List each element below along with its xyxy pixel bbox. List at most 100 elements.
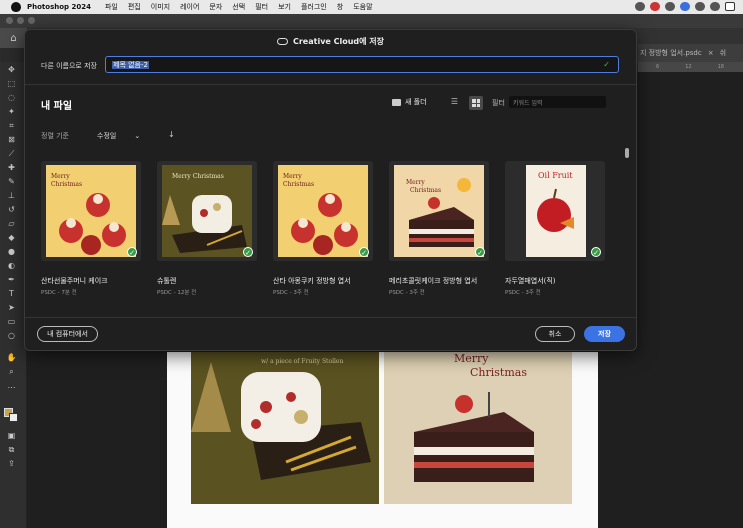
apple-icon[interactable] bbox=[11, 2, 21, 12]
brush-tool-icon[interactable]: ✎ bbox=[5, 176, 18, 187]
close-window-icon[interactable] bbox=[6, 17, 13, 24]
synced-check-icon: ✓ bbox=[243, 247, 253, 257]
tray-blue-icon[interactable] bbox=[680, 2, 690, 11]
background-color-swatch[interactable] bbox=[9, 413, 18, 422]
artwork-christmas: Christmas bbox=[470, 366, 527, 379]
file-card[interactable]: Merry Christmas ✓ bbox=[157, 161, 257, 261]
eyedropper-icon[interactable]: ⟋ bbox=[5, 148, 18, 159]
menu-select[interactable]: 선택 bbox=[232, 2, 245, 12]
rectangle-tool-icon[interactable]: ▭ bbox=[5, 316, 18, 327]
menu-window[interactable]: 창 bbox=[337, 2, 343, 12]
tray-icon[interactable] bbox=[635, 2, 645, 11]
tray-creative-cloud-icon[interactable] bbox=[695, 2, 705, 11]
file-name: 슈톨렌 bbox=[157, 277, 177, 285]
filter-input[interactable]: 키워드 입력 bbox=[509, 96, 606, 108]
dialog-title: Creative Cloud에 저장 bbox=[25, 36, 636, 47]
zoom-tool-icon[interactable]: ⌕ bbox=[5, 366, 18, 377]
ruler-mark: 12 bbox=[685, 64, 692, 70]
stamp-tool-icon[interactable]: ⊥ bbox=[5, 190, 18, 201]
synced-check-icon: ✓ bbox=[127, 247, 137, 257]
dodge-tool-icon[interactable]: ◐ bbox=[5, 260, 18, 271]
document-tab[interactable]: 지 정방형 업서.psdc × 쉬 bbox=[638, 44, 743, 62]
paint-bucket-icon[interactable]: ◆ bbox=[5, 232, 18, 243]
menu-image[interactable]: 이미지 bbox=[151, 2, 170, 12]
file-card[interactable]: Merry Christmas ✓ bbox=[273, 161, 373, 261]
history-brush-icon[interactable]: ↺ bbox=[5, 204, 18, 215]
input-source-icon[interactable] bbox=[725, 2, 735, 11]
crop-tool-icon[interactable]: ⌗ bbox=[5, 120, 18, 131]
save-to-computer-button[interactable]: 내 컴퓨터에서 bbox=[37, 326, 98, 342]
my-files-heading: 내 파일 bbox=[41, 101, 73, 112]
eraser-tool-icon[interactable]: ▱ bbox=[5, 218, 18, 229]
share-icon[interactable]: ⇪ bbox=[5, 458, 18, 469]
horizontal-ruler: 6 12 18 bbox=[638, 62, 743, 72]
file-card[interactable]: Merry Christmas ✓ bbox=[389, 161, 489, 261]
frame-tool-icon[interactable]: ⊠ bbox=[5, 134, 18, 145]
artwork-merry: Merry bbox=[454, 352, 489, 365]
ellipse-tool-icon[interactable]: ○ bbox=[5, 330, 18, 341]
file-thumbnail: Merry Christmas bbox=[278, 165, 368, 257]
document-tab-label: 지 정방형 업서.psdc bbox=[640, 49, 702, 57]
christmas-cake-artwork: Merry Christmas bbox=[384, 352, 572, 504]
artwork-caption: w/ a piece of Fruity Stollen bbox=[261, 358, 344, 365]
more-tools-icon[interactable]: ⋯ bbox=[5, 382, 18, 393]
menu-edit[interactable]: 편집 bbox=[128, 2, 141, 12]
ruler-mark: 6 bbox=[656, 64, 660, 70]
file-name-input[interactable]: 제목 없음-2 ✓ bbox=[105, 56, 619, 73]
dialog-title-text: Creative Cloud에 저장 bbox=[292, 37, 385, 46]
filter-label: 필터 bbox=[492, 99, 505, 107]
synced-check-icon: ✓ bbox=[475, 247, 485, 257]
synced-check-icon: ✓ bbox=[591, 247, 601, 257]
pen-tool-icon[interactable]: ✒ bbox=[5, 274, 18, 285]
menu-plugins[interactable]: 플러그인 bbox=[301, 2, 327, 12]
menu-type[interactable]: 문자 bbox=[209, 2, 222, 12]
tray-icon[interactable] bbox=[665, 2, 675, 11]
file-meta: PSDC - 3주 전 bbox=[389, 290, 425, 296]
home-icon[interactable]: ⌂ bbox=[0, 28, 27, 48]
scrollbar-thumb[interactable] bbox=[625, 148, 629, 158]
close-tab-icon[interactable]: × bbox=[708, 49, 714, 57]
lasso-tool-icon[interactable]: ◌ bbox=[5, 92, 18, 103]
screen-mode-icon[interactable]: ⧉ bbox=[5, 444, 18, 455]
tray-icon[interactable] bbox=[710, 2, 720, 11]
quick-mask-icon[interactable]: ▣ bbox=[5, 430, 18, 441]
blur-tool-icon[interactable]: ● bbox=[5, 246, 18, 257]
divider bbox=[25, 317, 636, 318]
save-button[interactable]: 저장 bbox=[584, 326, 625, 342]
menu-file[interactable]: 파일 bbox=[105, 2, 118, 12]
new-folder-button[interactable]: 새 폴더 bbox=[392, 97, 427, 107]
divider bbox=[25, 84, 636, 85]
zoom-window-icon[interactable] bbox=[28, 17, 35, 24]
marquee-tool-icon[interactable]: ⬚ bbox=[5, 78, 18, 89]
healing-brush-icon[interactable]: ✚ bbox=[5, 162, 18, 173]
file-card[interactable]: Oil Fruit ✓ bbox=[505, 161, 605, 261]
sort-direction-icon[interactable]: ↓ bbox=[168, 130, 175, 139]
file-card[interactable]: Merry Christmas ✓ bbox=[41, 161, 141, 261]
cancel-button[interactable]: 취소 bbox=[535, 326, 575, 342]
move-tool-icon[interactable]: ✥ bbox=[5, 64, 18, 75]
sort-dropdown[interactable]: 수정일 ⌄ bbox=[97, 131, 140, 141]
menu-filter[interactable]: 필터 bbox=[255, 2, 268, 12]
app-menu[interactable]: Photoshop 2024 bbox=[27, 3, 91, 11]
menu-help[interactable]: 도움말 bbox=[353, 2, 372, 12]
minimize-window-icon[interactable] bbox=[17, 17, 24, 24]
grid-view-icon[interactable] bbox=[469, 96, 483, 110]
type-tool-icon[interactable]: T bbox=[5, 288, 18, 299]
next-tab-label[interactable]: 쉬 bbox=[720, 48, 726, 58]
file-name: 메리초콜릿케이크 정방형 엽서 bbox=[389, 277, 478, 285]
menu-bar: Photoshop 2024 파일 편집 이미지 레이어 문자 선택 필터 보기… bbox=[0, 0, 743, 14]
thumb-merry: Merry bbox=[283, 173, 302, 180]
list-view-icon[interactable]: ☰ bbox=[448, 97, 461, 109]
menu-layer[interactable]: 레이어 bbox=[180, 2, 199, 12]
menu-view[interactable]: 보기 bbox=[278, 2, 291, 12]
sort-label: 정렬 기준 bbox=[41, 132, 69, 140]
thumb-oil-fruit: Oil Fruit bbox=[538, 171, 573, 180]
file-thumbnail: Merry Christmas bbox=[394, 165, 484, 257]
magic-wand-icon[interactable]: ✦ bbox=[5, 106, 18, 117]
path-selection-icon[interactable]: ➤ bbox=[5, 302, 18, 313]
tray-red-icon[interactable] bbox=[650, 2, 660, 11]
chevron-down-icon: ⌄ bbox=[134, 132, 141, 140]
sort-value: 수정일 bbox=[97, 132, 117, 140]
checkmark-icon: ✓ bbox=[603, 60, 610, 69]
hand-tool-icon[interactable]: ✋ bbox=[5, 352, 18, 363]
